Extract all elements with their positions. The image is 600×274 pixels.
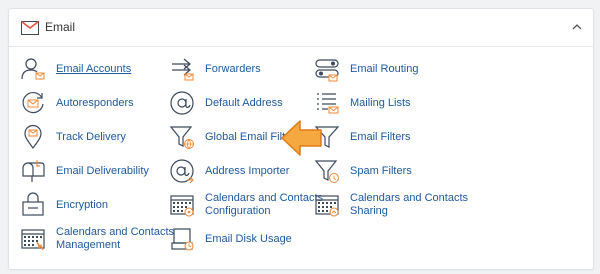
item-label: Mailing Lists [350, 96, 411, 109]
item-label: Default Address [205, 96, 283, 109]
item-label: Email Routing [350, 62, 419, 75]
item-label: Email Accounts [56, 62, 132, 75]
encryption-link[interactable]: Encryption [20, 190, 108, 220]
forwarders-link[interactable]: Forwarders [169, 54, 261, 84]
item-label: Spam Filters [350, 164, 412, 177]
item-label: Email Filters [350, 130, 411, 143]
envelope-icon [21, 21, 39, 35]
item-label: Calendars and Contacts Management [56, 226, 175, 251]
at-sign-icon [170, 91, 194, 115]
email-accounts-link[interactable]: Email Accounts [20, 54, 131, 84]
encryption-icon [22, 192, 44, 216]
item-label: Email Disk Usage [205, 232, 292, 245]
list-icon [317, 93, 339, 114]
autoresponders-link[interactable]: Autoresponders [20, 88, 134, 118]
email-filters-link[interactable]: Email Filters [314, 122, 411, 152]
item-label: Encryption [56, 198, 108, 211]
item-label: Autoresponders [56, 96, 134, 109]
item-label: Address Importer [205, 164, 290, 177]
global-filter-icon [169, 126, 194, 150]
address-import-icon [170, 159, 194, 184]
default-address-link[interactable]: Default Address [169, 88, 283, 118]
item-label: Email Deliverability [56, 164, 149, 177]
email-deliverability-link[interactable]: Email Deliverability [20, 156, 149, 186]
calendars-contacts-configuration-link[interactable]: Calendars and Contacts Configuration [169, 190, 330, 220]
calendar-sharing-icon [315, 195, 339, 217]
autoresponder-icon [22, 91, 44, 114]
item-label: Track Delivery [56, 130, 126, 143]
panel-title: Email [45, 20, 76, 34]
panel-header[interactable]: Email [9, 9, 593, 47]
user-envelope-icon [21, 58, 45, 80]
routing-icon [315, 59, 339, 82]
item-label: Calendars and Contacts Configuration [205, 192, 324, 217]
disk-usage-icon [171, 228, 194, 251]
email-routing-link[interactable]: Email Routing [314, 54, 418, 84]
chevron-up-icon[interactable] [571, 22, 583, 32]
item-label: Calendars and Contacts Sharing [350, 192, 469, 217]
address-importer-link[interactable]: Address Importer [169, 156, 289, 186]
calendar-config-icon [170, 195, 194, 217]
forward-arrows-icon [172, 58, 194, 81]
location-pin-icon [24, 124, 42, 150]
mailbox-icon [22, 160, 45, 182]
calendar-management-icon [21, 229, 45, 251]
mailing-lists-link[interactable]: Mailing Lists [314, 88, 411, 118]
calendars-contacts-sharing-link[interactable]: Calendars and Contacts Sharing [314, 190, 475, 220]
spam-filter-icon [314, 160, 339, 183]
track-delivery-link[interactable]: Track Delivery [20, 122, 126, 152]
calendars-contacts-management-link[interactable]: Calendars and Contacts Management [20, 224, 181, 254]
left-pointer-arrow-icon [281, 120, 322, 156]
item-label: Forwarders [205, 62, 261, 75]
spam-filters-link[interactable]: Spam Filters [314, 156, 412, 186]
email-disk-usage-link[interactable]: Email Disk Usage [169, 224, 292, 254]
